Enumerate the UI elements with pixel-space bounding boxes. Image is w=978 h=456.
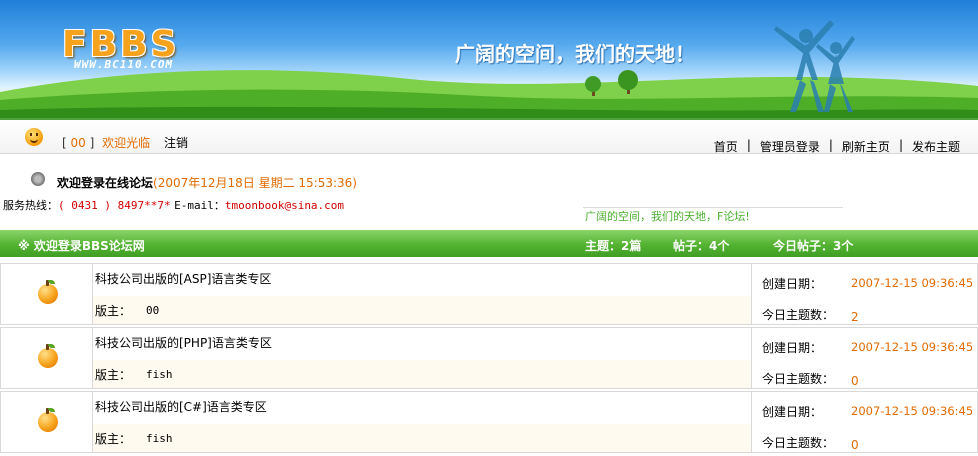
forum-main-cell: 科技公司出版的[PHP]语言类专区 版主： fish (93, 328, 752, 388)
forum-stats-cell: 创建日期： 2007-12-15 09:36:45 今日主题数： 0 (752, 328, 978, 388)
topic-count: 主题：2篇 (585, 239, 642, 253)
today-topics-label: 今日主题数： (762, 308, 835, 322)
contact-line: 服务热线：( 0431 ) 8497**7* E-mail：tmoonbook@… (3, 197, 344, 213)
today-topics-label: 今日主题数： (762, 372, 835, 386)
smiley-icon (25, 128, 43, 146)
moderator-label: 版主： (95, 432, 132, 446)
forum-stats-cell: 创建日期： 2007-12-15 09:36:45 今日主题数： 2 (752, 264, 978, 324)
nav-separator: | (746, 138, 751, 152)
orange-icon (38, 408, 58, 432)
created-date: 2007-12-15 09:36:45 (851, 276, 974, 290)
forum-row: 科技公司出版的[PHP]语言类专区 版主： fish 创建日期： 2007-12… (0, 327, 978, 389)
bracket-close: ] (89, 136, 95, 150)
nav-link-home[interactable]: 首页 (714, 138, 738, 155)
forum-icon-cell (1, 392, 93, 452)
nav-link-refresh[interactable]: 刷新主页 (842, 138, 890, 155)
forum-name-link[interactable]: 科技公司出版的[ASP]语言类专区 (95, 270, 271, 287)
today-topics-count: 2 (851, 310, 859, 324)
welcome-login-text: 欢迎登录在线论坛 (57, 176, 154, 190)
speaker-icon (31, 172, 45, 186)
created-label: 创建日期： (762, 405, 823, 419)
moderator-name: 00 (146, 304, 160, 317)
moderator-label: 版主： (95, 304, 132, 318)
nav-separator: | (828, 138, 833, 152)
nav-bar: [ 00 ] 欢迎光临 注销 首页 | 管理员登录 | 刷新主页 | 发布主题 (0, 118, 978, 154)
post-count: 帖子：4个 (673, 239, 730, 253)
hotline-label: 服务热线： (3, 199, 58, 212)
forum-main-cell: 科技公司出版的[ASP]语言类专区 版主： 00 (93, 264, 752, 324)
logo-url: WWW.BC110.COM (74, 58, 174, 71)
email-label: E-mail： (174, 199, 225, 212)
created-label: 创建日期： (762, 277, 823, 291)
nav-link-post-topic[interactable]: 发布主题 (912, 138, 960, 155)
board-title-text: 欢迎登录BBS论坛网 (33, 239, 145, 253)
logout-link[interactable]: 注销 (164, 136, 188, 150)
orange-icon (38, 344, 58, 368)
forum-name-link[interactable]: 科技公司出版的[C#]语言类专区 (95, 398, 267, 415)
bracket-open: [ (62, 136, 67, 150)
board-header: ※ 欢迎登录BBS论坛网 主题：2篇 帖子：4个 今日帖子：3个 (0, 230, 978, 257)
user-greeting: [ 00 ] 欢迎光临 注销 (62, 134, 188, 151)
board-title: ※ 欢迎登录BBS论坛网 (18, 237, 145, 254)
site-banner: FBBS WWW.BC110.COM 广阔的空间，我们的天地！ (0, 0, 978, 118)
forum-icon-cell (1, 264, 93, 324)
banner-slogan: 广阔的空间，我们的天地！ (455, 42, 695, 66)
nav-link-admin-login[interactable]: 管理员登录 (760, 138, 820, 155)
username-link[interactable]: 00 (71, 136, 86, 150)
nav-separator: | (898, 138, 903, 152)
moderator-label: 版主： (95, 368, 132, 382)
forum-stats-cell: 创建日期： 2007-12-15 09:36:45 今日主题数： 0 (752, 392, 978, 452)
welcome-line: 欢迎登录在线论坛(2007年12月18日 星期二 15:53:36) (57, 174, 357, 191)
created-label: 创建日期： (762, 341, 823, 355)
orange-icon (38, 280, 58, 304)
welcome-text: 欢迎光临 (102, 136, 151, 150)
email-address: tmoonbook@sina.com (224, 199, 345, 212)
today-topics-count: 0 (851, 438, 859, 452)
forum-row: 科技公司出版的[ASP]语言类专区 版主： 00 创建日期： 2007-12-1… (0, 263, 978, 325)
forum-slogan: 广阔的空间，我们的天地，F论坛! (585, 210, 750, 223)
asterisk-icon: ※ (18, 239, 30, 253)
moderator-name: fish (146, 432, 173, 445)
created-date: 2007-12-15 09:36:45 (851, 340, 974, 354)
moderator-name: fish (146, 368, 173, 381)
today-topics-count: 0 (851, 374, 859, 388)
forum-row: 科技公司出版的[C#]语言类专区 版主： fish 创建日期： 2007-12-… (0, 391, 978, 453)
nav-links: 首页 | 管理员登录 | 刷新主页 | 发布主题 (714, 138, 960, 155)
hotline-number: ( 0431 ) 8497**7* (58, 199, 171, 212)
today-post-count: 今日帖子：3个 (773, 239, 854, 253)
current-datetime: (2007年12月18日 星期二 15:53:36) (153, 176, 357, 190)
today-topics-label: 今日主题数： (762, 436, 835, 450)
created-date: 2007-12-15 09:36:45 (851, 404, 974, 418)
forum-main-cell: 科技公司出版的[C#]语言类专区 版主： fish (93, 392, 752, 452)
forum-name-link[interactable]: 科技公司出版的[PHP]语言类专区 (95, 334, 272, 351)
forum-icon-cell (1, 328, 93, 388)
